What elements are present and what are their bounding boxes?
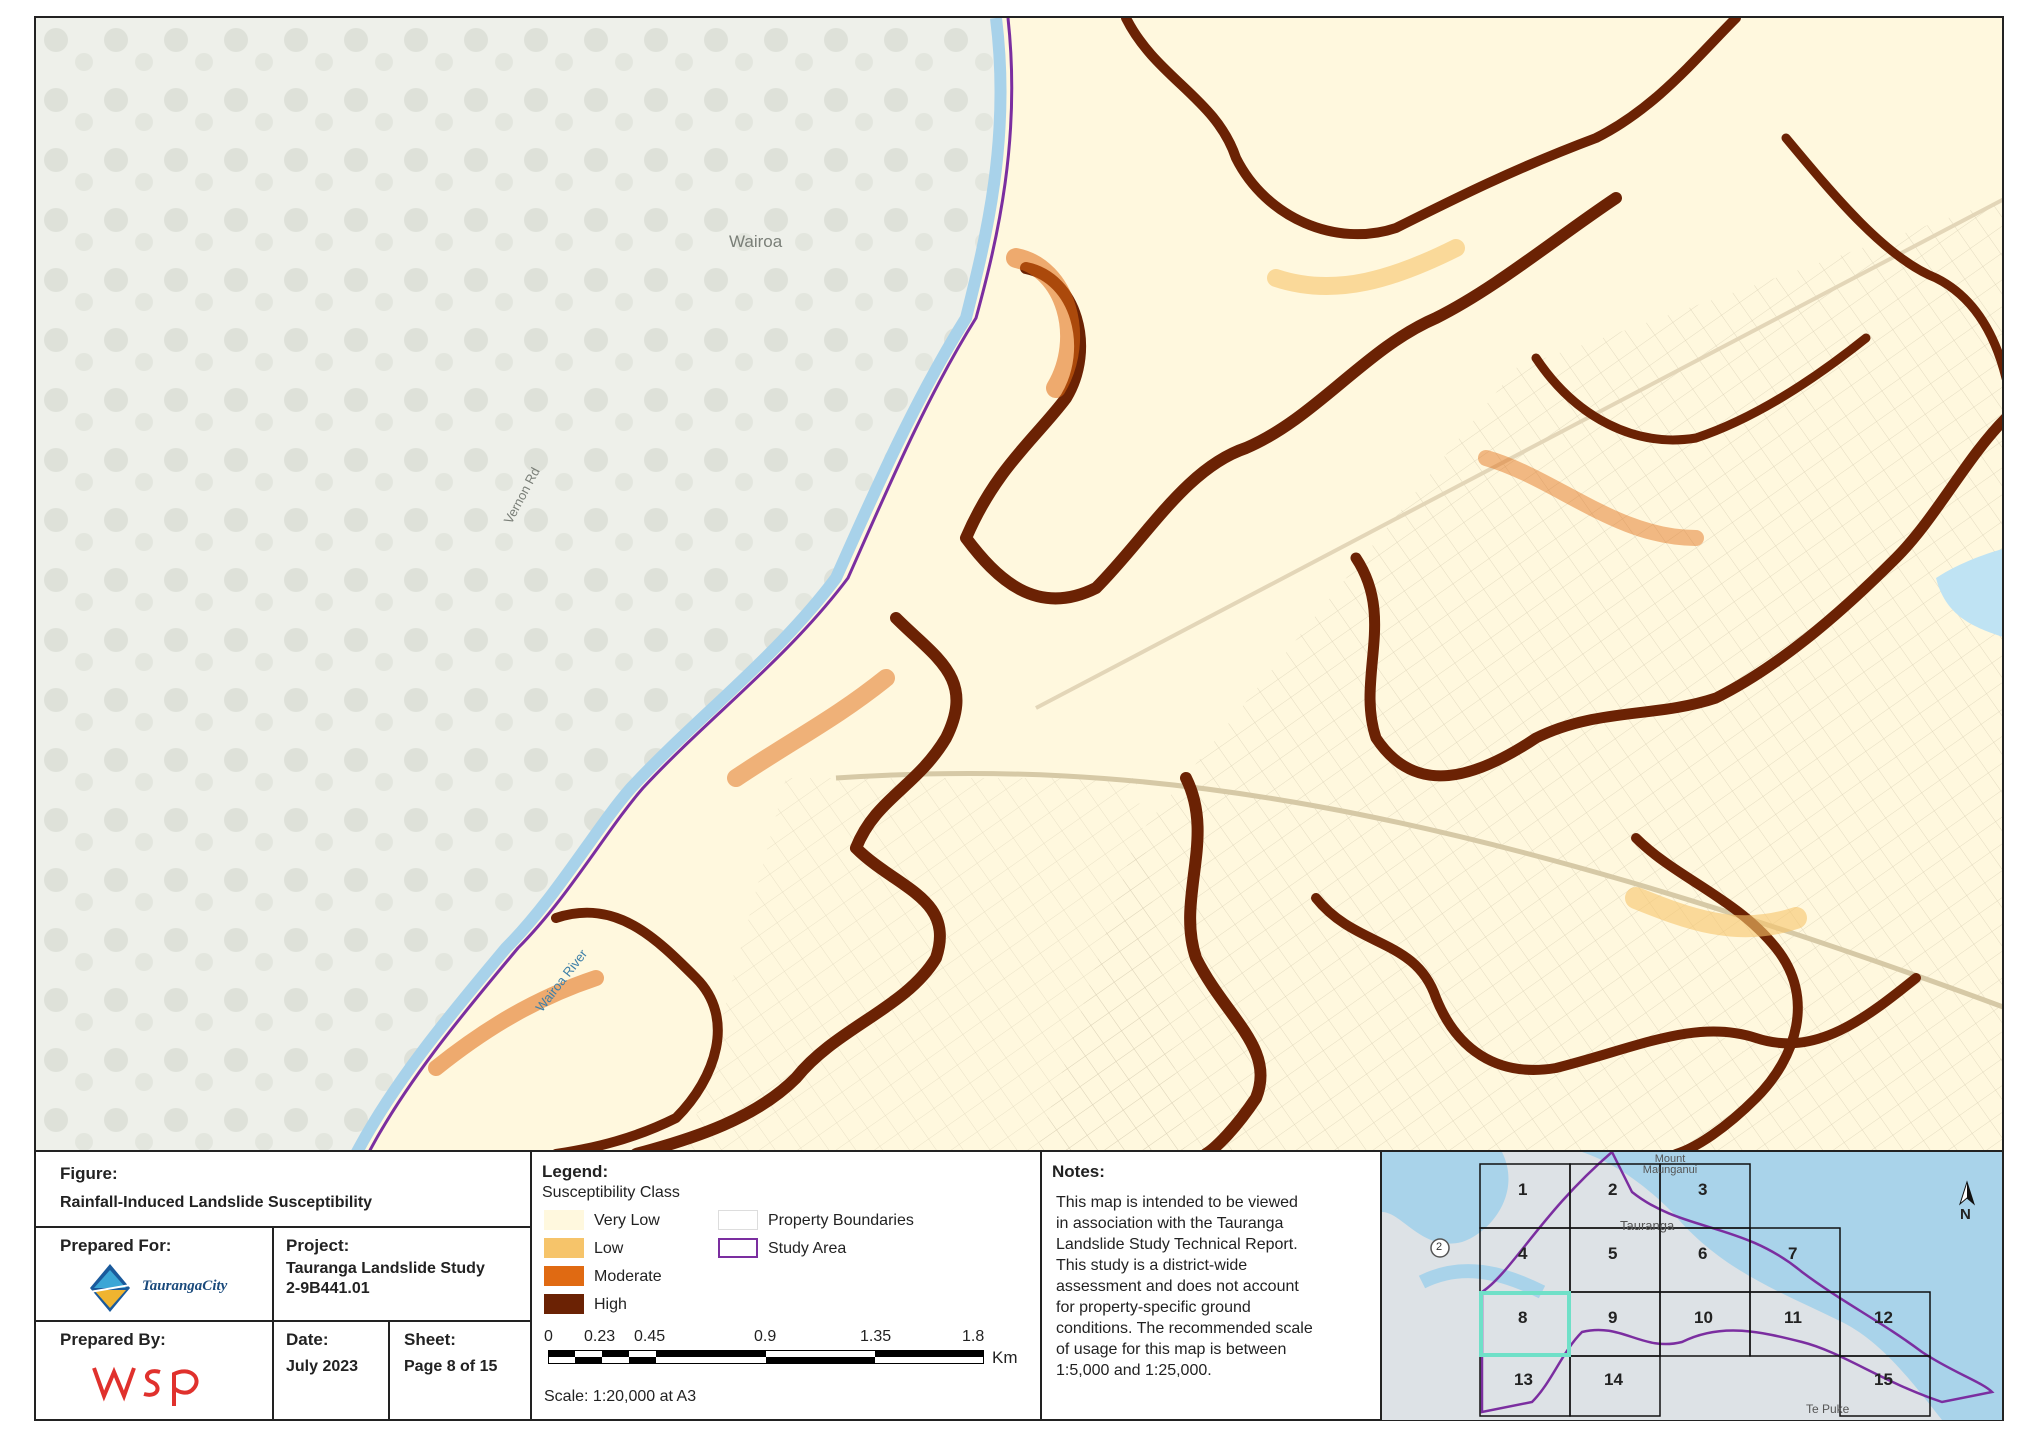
index-sheet-8[interactable]: 8 [1518,1308,1527,1328]
notes-line: in association with the Tauranga [1056,1215,1284,1232]
index-sheet-14[interactable]: 14 [1604,1370,1623,1390]
legend: Legend: Susceptibility Class Very Low Lo… [532,1152,1040,1420]
notes-body: This map is intended to be viewed in ass… [1056,1192,1372,1381]
index-map-canvas [1382,1152,2002,1420]
project-code: 2-9B441.01 [286,1280,370,1297]
scale-bar: 0 0.23 0.45 0.9 1.35 1.8 Km [544,1328,1018,1388]
scale-tick-1-8: 1.8 [962,1328,985,1345]
north-label: N [1960,1206,1971,1223]
scale-tick-1-35: 1.35 [860,1328,892,1345]
index-map[interactable]: 1 2 3 4 5 6 7 8 9 10 11 12 13 14 15 Moun… [1382,1152,2002,1420]
index-sheet-1[interactable]: 1 [1518,1180,1527,1200]
legend-label-low: Low [594,1240,624,1257]
wsp-logo-icon [92,1366,199,1406]
tauranga-city-logo: TaurangaCity [80,1258,280,1318]
prepared-by-heading: Prepared By: [60,1330,166,1349]
legend-label-very-low: Very Low [594,1212,660,1229]
index-label-highway-2: 2 [1436,1241,1443,1253]
notes-heading: Notes: [1052,1162,1105,1181]
legend-swatch-property-boundaries [718,1210,758,1230]
notes-line: of usage for this map is between [1056,1341,1287,1358]
legend-swatch-high [544,1294,584,1314]
index-sheet-7[interactable]: 7 [1788,1244,1797,1264]
notes-line: 1:5,000 and 1:25,000. [1056,1362,1212,1379]
wsp-logo [90,1356,210,1408]
legend-label-moderate: Moderate [594,1268,662,1285]
legend-swatch-study-area [718,1238,758,1258]
notes-line: conditions. The recommended scale [1056,1320,1313,1337]
figure-heading: Figure: [60,1164,118,1183]
index-sheet-6[interactable]: 6 [1698,1244,1707,1264]
index-sheet-12[interactable]: 12 [1874,1308,1893,1328]
legend-label-study-area: Study Area [768,1240,847,1257]
tauranga-logo-text: TaurangaCity [142,1278,228,1294]
notes-line: assessment and does not account [1056,1278,1299,1295]
index-sheet-11[interactable]: 11 [1784,1308,1802,1328]
notes-line: for property-specific ground [1056,1299,1251,1316]
index-sheet-3[interactable]: 3 [1698,1180,1707,1200]
index-label-mount-maunganui: Mount Maunganui [1642,1153,1698,1176]
sheet-value: Page 8 of 15 [404,1358,498,1375]
scale-tick-0-9: 0.9 [754,1328,777,1345]
date-value: July 2023 [286,1358,359,1375]
legend-heading: Legend: [542,1162,609,1181]
index-sheet-9[interactable]: 9 [1608,1308,1617,1328]
index-label-te-puke: Te Puke [1806,1402,1850,1416]
legend-swatch-low [544,1238,584,1258]
scale-unit: Km [992,1348,1018,1367]
legend-swatch-moderate [544,1266,584,1286]
notes-line: This study is a district-wide [1056,1257,1248,1274]
scale-tick-0-45: 0.45 [634,1328,666,1345]
index-sheet-13[interactable]: 13 [1514,1370,1533,1390]
figure-title: Rainfall-Induced Landslide Susceptibilit… [60,1194,373,1211]
index-sheet-4[interactable]: 4 [1518,1244,1527,1264]
legend-label-property-boundaries: Property Boundaries [768,1212,914,1229]
project-heading: Project: [286,1236,350,1255]
notes-line: This map is intended to be viewed [1056,1194,1298,1211]
legend-swatch-very-low [544,1210,584,1230]
sheet-heading: Sheet: [404,1330,456,1349]
notes-line: Landslide Study Technical Report. [1056,1236,1298,1253]
title-block: Figure: Rainfall-Induced Landslide Susce… [36,1152,530,1420]
index-sheet-10[interactable]: 10 [1694,1308,1713,1328]
scale-text: Scale: 1:20,000 at A3 [544,1388,697,1405]
prepared-for-heading: Prepared For: [60,1236,172,1255]
scale-tick-0-23: 0.23 [584,1328,616,1345]
index-sheet-5[interactable]: 5 [1608,1244,1617,1264]
notes: Notes: This map is intended to be viewed… [1042,1152,1380,1420]
index-label-tauranga: Tauranga [1620,1218,1675,1233]
scale-tick-0: 0 [544,1328,553,1345]
legend-subheading: Susceptibility Class [542,1184,680,1201]
project-name: Tauranga Landslide Study [286,1260,485,1277]
index-sheet-15[interactable]: 15 [1874,1370,1893,1390]
index-sheet-2[interactable]: 2 [1608,1180,1617,1200]
date-heading: Date: [286,1330,329,1349]
legend-label-high: High [594,1296,627,1313]
